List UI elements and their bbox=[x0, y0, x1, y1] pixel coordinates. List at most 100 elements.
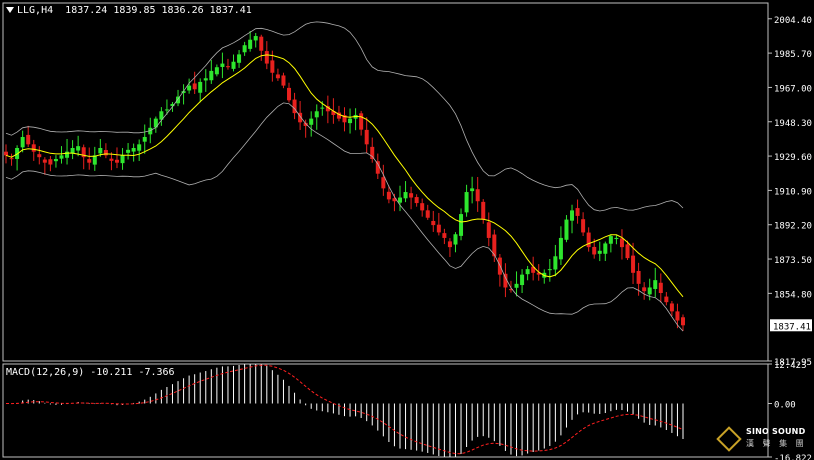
candle-body bbox=[486, 222, 491, 238]
candle-body bbox=[481, 201, 486, 220]
candle-body bbox=[9, 158, 14, 160]
symbol-header: LLG,H4 1837.24 1839.85 1836.26 1837.41 bbox=[6, 5, 252, 16]
candle-body bbox=[270, 60, 275, 73]
candle-body bbox=[364, 129, 369, 145]
macd-axis-label: 0.00 bbox=[774, 401, 796, 411]
candle-body bbox=[164, 109, 169, 111]
candle-body bbox=[275, 74, 280, 79]
candle-body bbox=[453, 234, 458, 245]
candle-body bbox=[625, 244, 630, 259]
candle-body bbox=[631, 255, 636, 273]
candle-body bbox=[658, 282, 663, 293]
candle-body bbox=[653, 280, 658, 289]
candle-body bbox=[320, 107, 325, 109]
price-axis-label: 2004.40 bbox=[774, 16, 812, 26]
price-axis-label: 1854.80 bbox=[774, 290, 812, 300]
candle-body bbox=[564, 219, 569, 240]
candle-body bbox=[553, 256, 558, 270]
candle-body bbox=[120, 155, 125, 164]
candle-body bbox=[131, 147, 136, 152]
candle-body bbox=[76, 146, 81, 151]
candle-body bbox=[397, 197, 402, 203]
candle-body bbox=[681, 317, 685, 326]
candle-body bbox=[42, 159, 47, 163]
candle-body bbox=[142, 136, 147, 142]
candle-body bbox=[348, 118, 353, 124]
candle-body bbox=[220, 63, 225, 67]
price-panel-frame bbox=[2, 2, 769, 362]
candle-body bbox=[664, 296, 669, 303]
candle-body bbox=[20, 136, 25, 148]
candle-body bbox=[214, 67, 219, 75]
candle-body bbox=[109, 158, 114, 161]
candle-body bbox=[431, 220, 436, 226]
candle-body bbox=[447, 241, 452, 248]
candle-body bbox=[614, 237, 619, 240]
dropdown-triangle-icon[interactable] bbox=[6, 7, 14, 13]
candle-body bbox=[126, 149, 131, 153]
candle-body bbox=[675, 311, 680, 321]
candle-body bbox=[209, 70, 214, 81]
candle-body bbox=[442, 233, 447, 238]
candle-body bbox=[570, 210, 575, 221]
bollinger-lower-line bbox=[5, 102, 684, 332]
macd-axis-label: 12.423 bbox=[774, 361, 807, 371]
diamond-logo-icon bbox=[716, 426, 742, 452]
candle-body bbox=[603, 243, 608, 254]
macd-header: MACD(12,26,9) -10.211 -7.366 bbox=[6, 367, 175, 378]
current-price-label: 1837.41 bbox=[773, 322, 811, 332]
candle-body bbox=[436, 224, 441, 233]
candle-body bbox=[581, 219, 586, 233]
candle-body bbox=[547, 269, 552, 271]
candle-body bbox=[669, 303, 674, 312]
candle-body bbox=[114, 159, 119, 163]
price-panel[interactable] bbox=[4, 21, 685, 332]
price-axis-label: 1910.90 bbox=[774, 187, 812, 197]
candle-body bbox=[281, 75, 286, 86]
price-axis-label: 1929.60 bbox=[774, 153, 812, 163]
candle-body bbox=[37, 154, 42, 158]
candle-body bbox=[192, 83, 197, 90]
logo-text-en: SINO SOUND bbox=[746, 427, 806, 436]
candle-body bbox=[98, 147, 103, 154]
candle-body bbox=[31, 144, 36, 152]
candle-body bbox=[386, 191, 391, 200]
candle-body bbox=[597, 250, 602, 254]
candle-body bbox=[619, 238, 624, 248]
candle-body bbox=[264, 51, 269, 64]
candle-body bbox=[409, 193, 414, 198]
candle-body bbox=[470, 188, 475, 192]
candle-body bbox=[575, 208, 580, 216]
candle-body bbox=[475, 189, 480, 202]
candle-body bbox=[381, 177, 386, 189]
candle-body bbox=[198, 81, 203, 93]
candle-body bbox=[59, 155, 64, 159]
brand-logo: SINO SOUND 漢 聲 集 團 bbox=[716, 424, 812, 456]
price-axis-label: 1892.20 bbox=[774, 222, 812, 232]
price-axis: 2004.40 1985.70 1967.00 1948.30 1929.60 1910.… bbox=[768, 16, 812, 460]
candle-body bbox=[636, 270, 641, 284]
candle-body bbox=[87, 159, 92, 163]
chart-canvas[interactable]: 2004.40 1985.70 1967.00 1948.30 1929.60 1910.… bbox=[0, 0, 814, 460]
candle-body bbox=[520, 274, 525, 286]
candle-body bbox=[420, 203, 425, 211]
candle-body bbox=[4, 151, 8, 156]
candle-body bbox=[558, 237, 563, 260]
candle-body bbox=[259, 36, 264, 51]
candle-body bbox=[53, 159, 58, 162]
price-axis-label: 1873.50 bbox=[774, 256, 812, 266]
candle-body bbox=[459, 214, 464, 236]
price-axis-label: 1948.30 bbox=[774, 119, 812, 129]
trading-chart-window: 2004.40 1985.70 1967.00 1948.30 1929.60 1910.… bbox=[0, 0, 814, 460]
price-axis-label: 1985.70 bbox=[774, 50, 812, 60]
candle-body bbox=[586, 232, 591, 248]
candle-body bbox=[464, 192, 469, 213]
candle-body bbox=[48, 159, 53, 165]
logo-text-cn: 漢 聲 集 團 bbox=[746, 439, 807, 448]
candle-body bbox=[425, 210, 430, 218]
candle-body bbox=[26, 134, 31, 145]
candle-body bbox=[403, 192, 408, 199]
candle-body bbox=[65, 151, 70, 158]
candle-body bbox=[231, 61, 236, 69]
candle-body bbox=[237, 54, 242, 63]
